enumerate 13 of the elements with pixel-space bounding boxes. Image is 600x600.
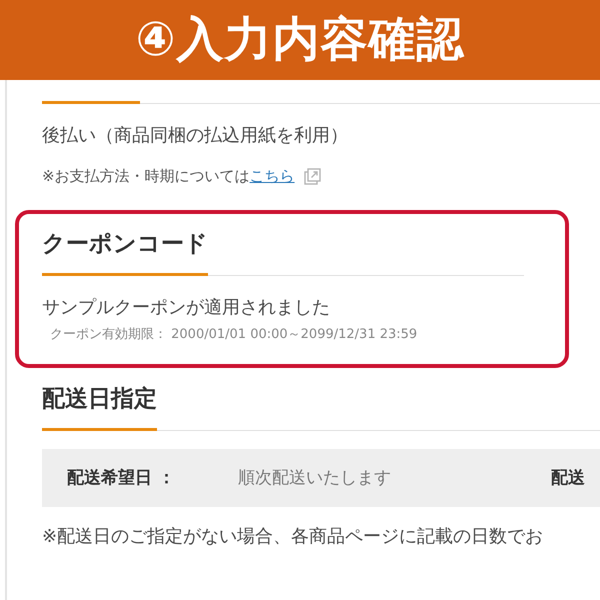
coupon-validity-text: クーポン有効期限： 2000/01/01 00:00～2099/12/31 23:59 <box>50 326 418 344</box>
delivery-field-value: 順次配送いたします <box>238 467 392 490</box>
delivery-heading: 配送日指定 <box>42 385 157 414</box>
external-link-icon[interactable] <box>304 168 321 184</box>
payment-info-link[interactable]: こちら <box>250 167 295 185</box>
coupon-applied-text: サンプルクーポンが適用されました <box>42 296 330 320</box>
banner-title: ④入力内容確認 <box>136 12 464 68</box>
delivery-field-label: 配送希望日 ： <box>67 467 176 490</box>
delivery-field-label: 配送 <box>551 467 586 490</box>
payment-method-text: 後払い（商品同梱の払込用紙を利用） <box>42 124 348 148</box>
payment-note: ※お支払方法・時期についてはこちら <box>42 166 295 187</box>
delivery-note: ※配送日のご指定がない場合、各商品ページに記載の日数でお <box>42 525 544 549</box>
coupon-heading: クーポンコード <box>42 230 208 259</box>
